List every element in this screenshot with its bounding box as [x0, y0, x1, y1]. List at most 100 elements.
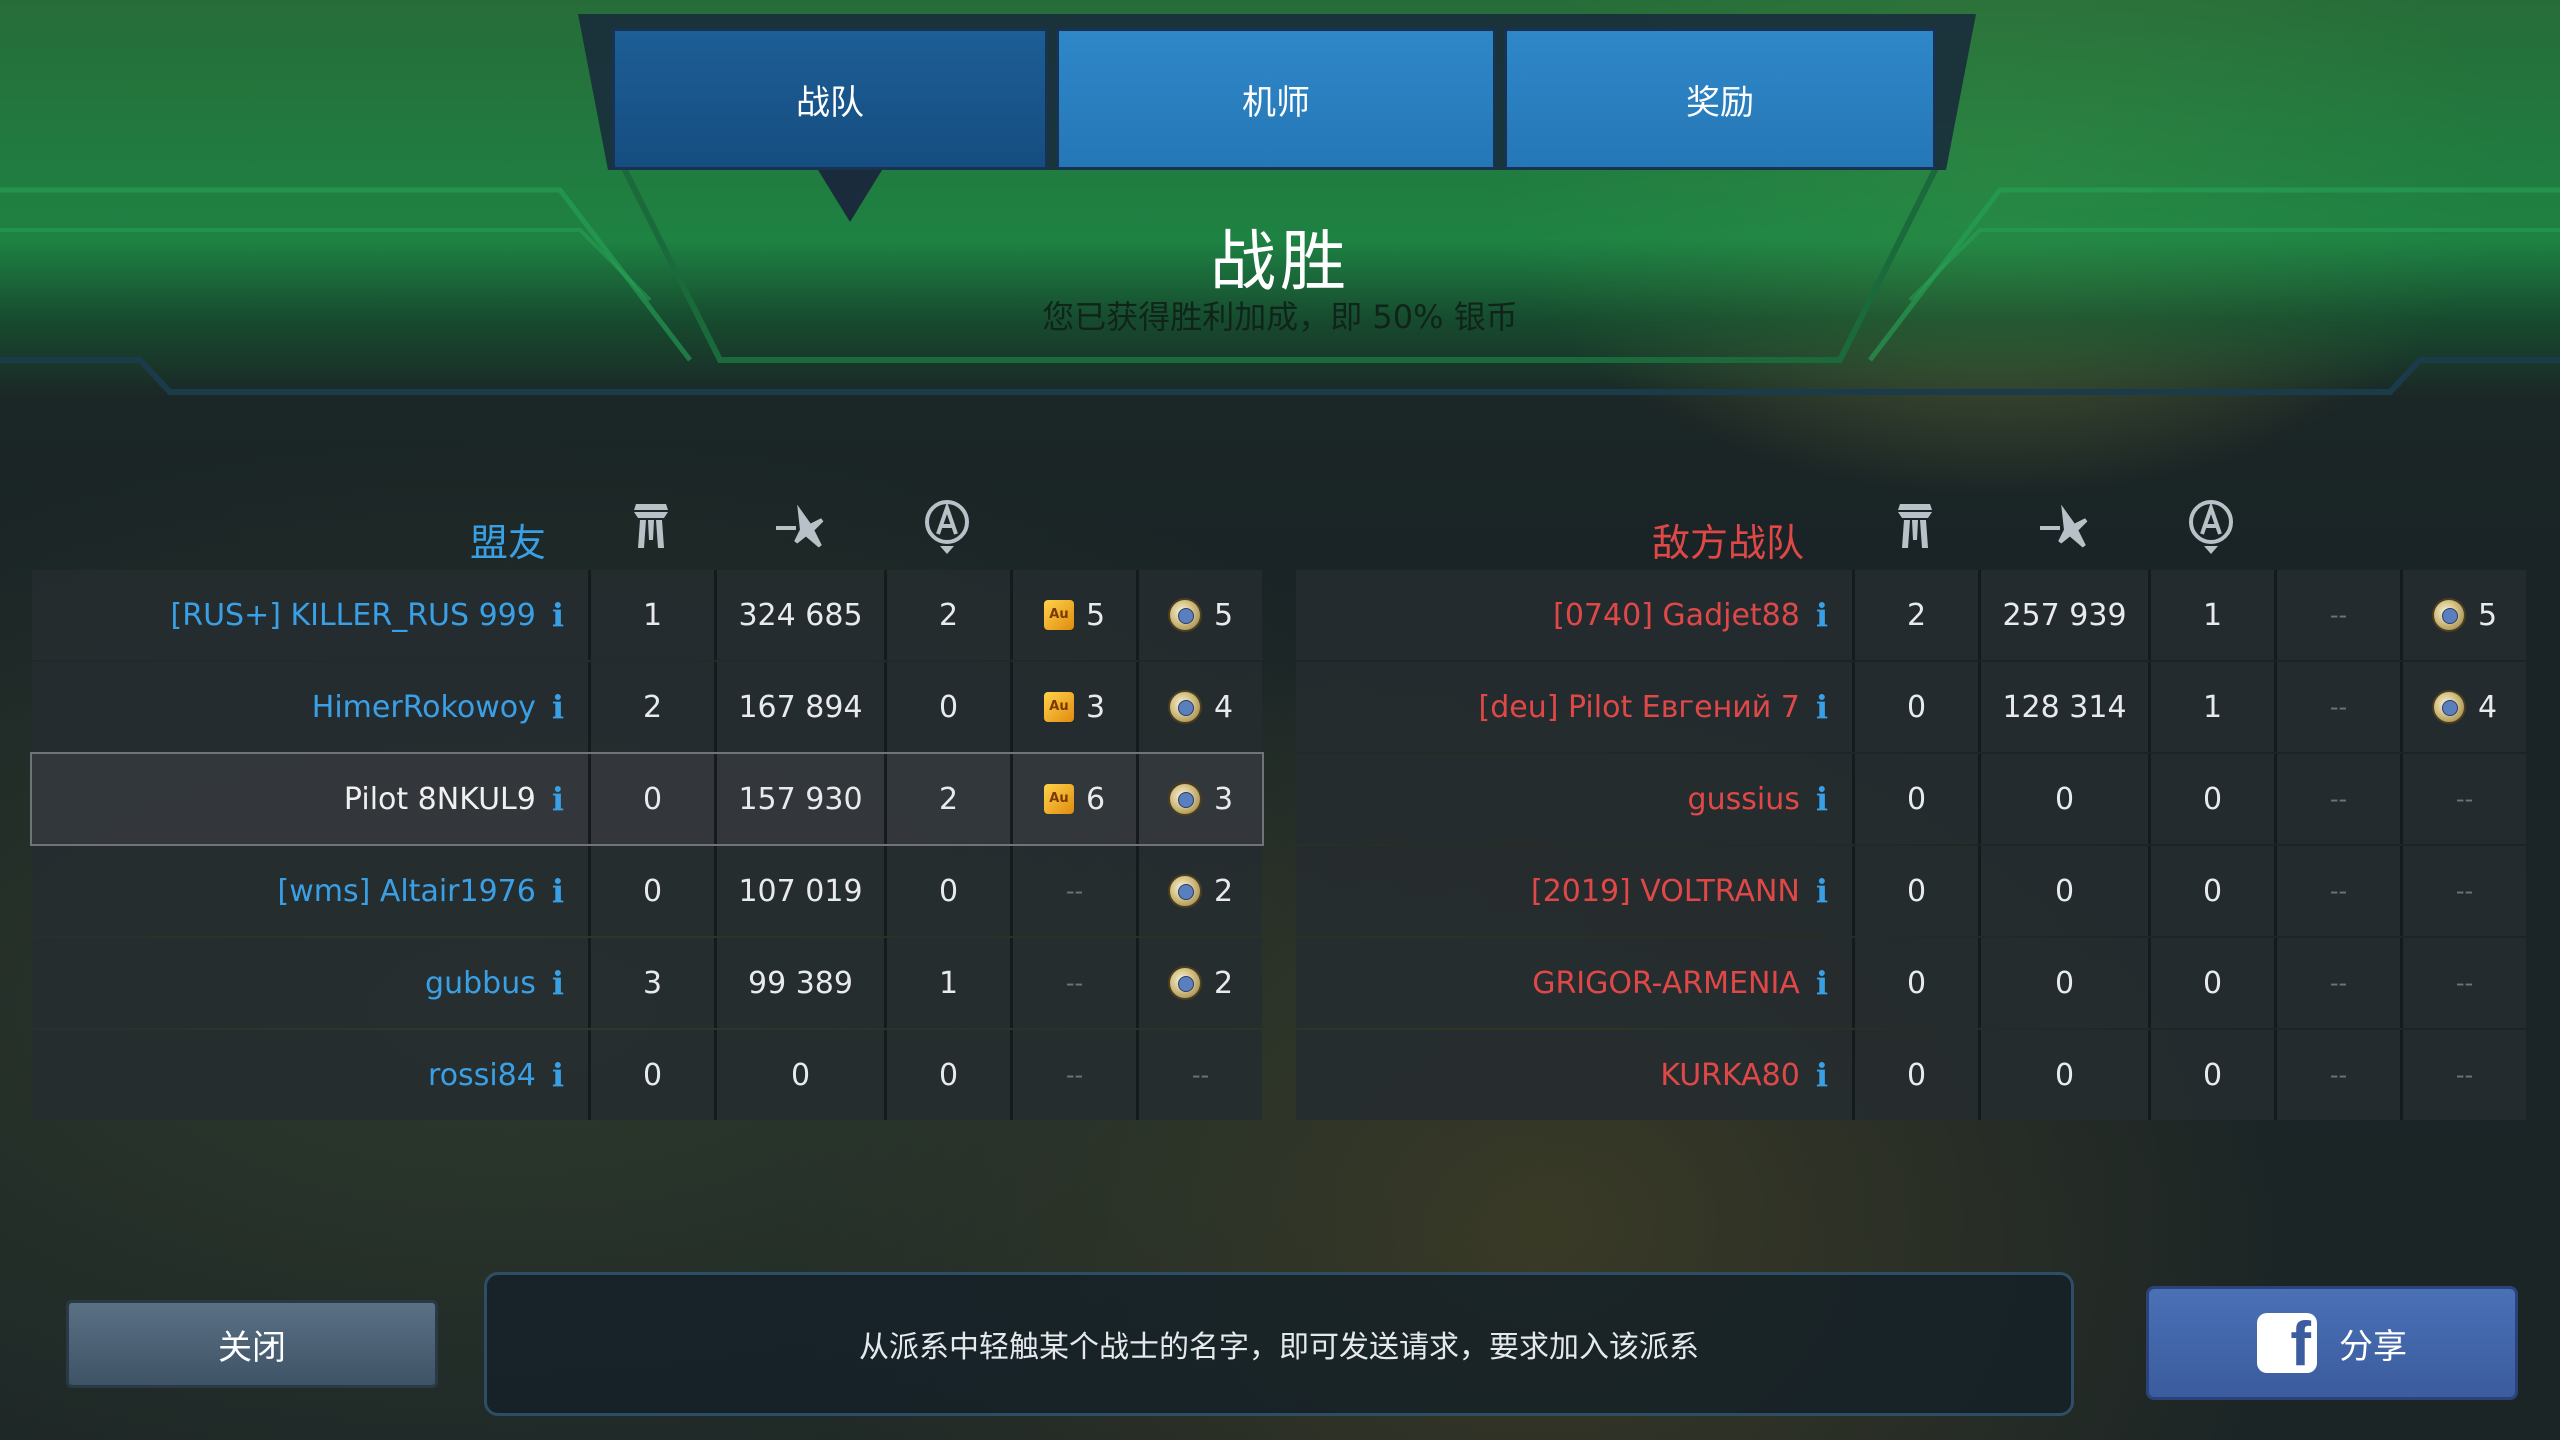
cell-name[interactable]: [deu] Pilot Евгений 7 i: [1296, 662, 1852, 752]
facebook-icon-glyph: f: [2290, 1313, 2311, 1373]
info-icon[interactable]: i: [1816, 596, 1828, 634]
tab-reward[interactable]: 奖励: [1504, 28, 1936, 170]
info-icon[interactable]: i: [552, 1056, 564, 1094]
beacons-value: 1: [2202, 689, 2223, 725]
cell-gold: --: [2274, 938, 2400, 1028]
silver-medal-icon: [2431, 690, 2466, 724]
info-icon[interactable]: i: [1816, 1056, 1828, 1094]
silver-count: 2: [1213, 873, 1234, 909]
cell-name[interactable]: [2019] VOLTRANN i: [1296, 846, 1852, 936]
cell-damage: 0: [1978, 1030, 2148, 1120]
player-row[interactable]: HimerRokowoy i 2 167 894 0 Au 3 4: [32, 662, 1262, 752]
player-row[interactable]: GRIGOR-ARMENIA i 0 0 0 -- --: [1296, 938, 2526, 1028]
damage-value: 0: [2054, 1057, 2075, 1093]
cell-silver: 4: [2400, 662, 2526, 752]
cell-gold: Au 3: [1010, 662, 1136, 752]
cell-name[interactable]: [wms] Altair1976 i: [32, 846, 588, 936]
player-name[interactable]: [0740] Gadjet88: [1553, 598, 1800, 633]
cell-gold: --: [2274, 662, 2400, 752]
player-name[interactable]: [wms] Altair1976: [277, 874, 535, 909]
cell-name[interactable]: KURKA80 i: [1296, 1030, 1852, 1120]
info-icon[interactable]: i: [1816, 872, 1828, 910]
cell-name[interactable]: gubbus i: [32, 938, 588, 1028]
cell-name[interactable]: [RUS+] KILLER_RUS 999 i: [32, 570, 588, 660]
cell-beacons: 0: [2148, 754, 2274, 844]
beacons-value: 2: [938, 781, 959, 817]
cell-name[interactable]: Pilot 8NKUL9 i: [32, 754, 588, 844]
player-row[interactable]: [2019] VOLTRANN i 0 0 0 -- --: [1296, 846, 2526, 936]
gold-medal-icon: Au: [1043, 692, 1074, 722]
silver-medal-icon: [1167, 782, 1202, 816]
cell-name[interactable]: GRIGOR-ARMENIA i: [1296, 938, 1852, 1028]
cell-silver: --: [1136, 1030, 1262, 1120]
cell-silver: --: [2400, 754, 2526, 844]
cell-gold: --: [1010, 1030, 1136, 1120]
cell-damage: 0: [714, 1030, 884, 1120]
beacons-value: 1: [2202, 597, 2223, 633]
empty-value: --: [2329, 1061, 2348, 1089]
damage-icon: [2040, 504, 2088, 548]
player-name[interactable]: gubbus: [425, 966, 536, 1001]
player-row[interactable]: [0740] Gadjet88 i 2 257 939 1 -- 5: [1296, 570, 2526, 660]
cell-gold: --: [2274, 846, 2400, 936]
cell-beacons: 0: [884, 662, 1010, 752]
silver-medal-icon: [1167, 690, 1202, 724]
player-row[interactable]: KURKA80 i 0 0 0 -- --: [1296, 1030, 2526, 1120]
share-button[interactable]: f 分享: [2146, 1286, 2518, 1400]
cell-damage: 99 389: [714, 938, 884, 1028]
player-name[interactable]: HimerRokowoy: [312, 690, 536, 725]
cell-damage: 257 939: [1978, 570, 2148, 660]
player-name[interactable]: Pilot 8NKUL9: [344, 782, 536, 817]
cell-beacons: 2: [884, 570, 1010, 660]
cell-gold: Au 6: [1010, 754, 1136, 844]
cell-damage: 128 314: [1978, 662, 2148, 752]
cell-beacons: 0: [884, 1030, 1010, 1120]
beacon-icon: [2189, 500, 2233, 554]
kills-value: 0: [1906, 781, 1927, 817]
cell-beacons: 1: [2148, 570, 2274, 660]
player-name[interactable]: gussius: [1688, 782, 1800, 817]
player-row[interactable]: [wms] Altair1976 i 0 107 019 0 -- 2: [32, 846, 1262, 936]
cell-name[interactable]: gussius i: [1296, 754, 1852, 844]
cell-name[interactable]: rossi84 i: [32, 1030, 588, 1120]
cell-silver: 2: [1136, 938, 1262, 1028]
info-icon[interactable]: i: [1816, 688, 1828, 726]
kills-value: 1: [642, 597, 663, 633]
player-row[interactable]: [RUS+] KILLER_RUS 999 i 1 324 685 2 Au 5 5: [32, 570, 1262, 660]
player-row[interactable]: rossi84 i 0 0 0 -- --: [32, 1030, 1262, 1120]
cell-kills: 0: [588, 754, 714, 844]
cell-name[interactable]: HimerRokowoy i: [32, 662, 588, 752]
player-name[interactable]: [deu] Pilot Евгений 7: [1479, 690, 1800, 725]
info-icon[interactable]: i: [552, 964, 564, 1002]
kills-value: 0: [642, 1057, 663, 1093]
close-button[interactable]: 关闭: [66, 1300, 438, 1388]
player-row[interactable]: [deu] Pilot Евгений 7 i 0 128 314 1 -- 4: [1296, 662, 2526, 752]
info-icon[interactable]: i: [552, 596, 564, 634]
info-icon[interactable]: i: [552, 780, 564, 818]
cell-beacons: 1: [884, 938, 1010, 1028]
cell-gold: --: [1010, 938, 1136, 1028]
empty-value: --: [1065, 877, 1084, 905]
damage-icon: [776, 504, 824, 548]
player-row[interactable]: gubbus i 3 99 389 1 -- 2: [32, 938, 1262, 1028]
info-icon[interactable]: i: [552, 872, 564, 910]
tab-bar: 战队 机师 奖励: [578, 14, 1976, 174]
cell-name[interactable]: [0740] Gadjet88 i: [1296, 570, 1852, 660]
info-icon[interactable]: i: [1816, 780, 1828, 818]
beacons-value: 0: [938, 873, 959, 909]
player-name[interactable]: rossi84: [428, 1058, 536, 1093]
silver-medal-icon: [1167, 966, 1202, 1000]
player-name[interactable]: GRIGOR-ARMENIA: [1532, 966, 1800, 1001]
player-name[interactable]: [RUS+] KILLER_RUS 999: [171, 598, 536, 633]
player-row[interactable]: Pilot 8NKUL9 i 0 157 930 2 Au 6 3: [30, 752, 1264, 846]
cell-gold: Au 5: [1010, 570, 1136, 660]
player-name[interactable]: KURKA80: [1660, 1058, 1800, 1093]
info-icon[interactable]: i: [1816, 964, 1828, 1002]
beacons-value: 0: [938, 689, 959, 725]
info-icon[interactable]: i: [552, 688, 564, 726]
kills-value: 3: [642, 965, 663, 1001]
tab-pilot[interactable]: 机师: [1056, 28, 1496, 170]
player-name[interactable]: [2019] VOLTRANN: [1531, 874, 1800, 909]
tab-squad[interactable]: 战队: [612, 28, 1048, 170]
player-row[interactable]: gussius i 0 0 0 -- --: [1296, 754, 2526, 844]
